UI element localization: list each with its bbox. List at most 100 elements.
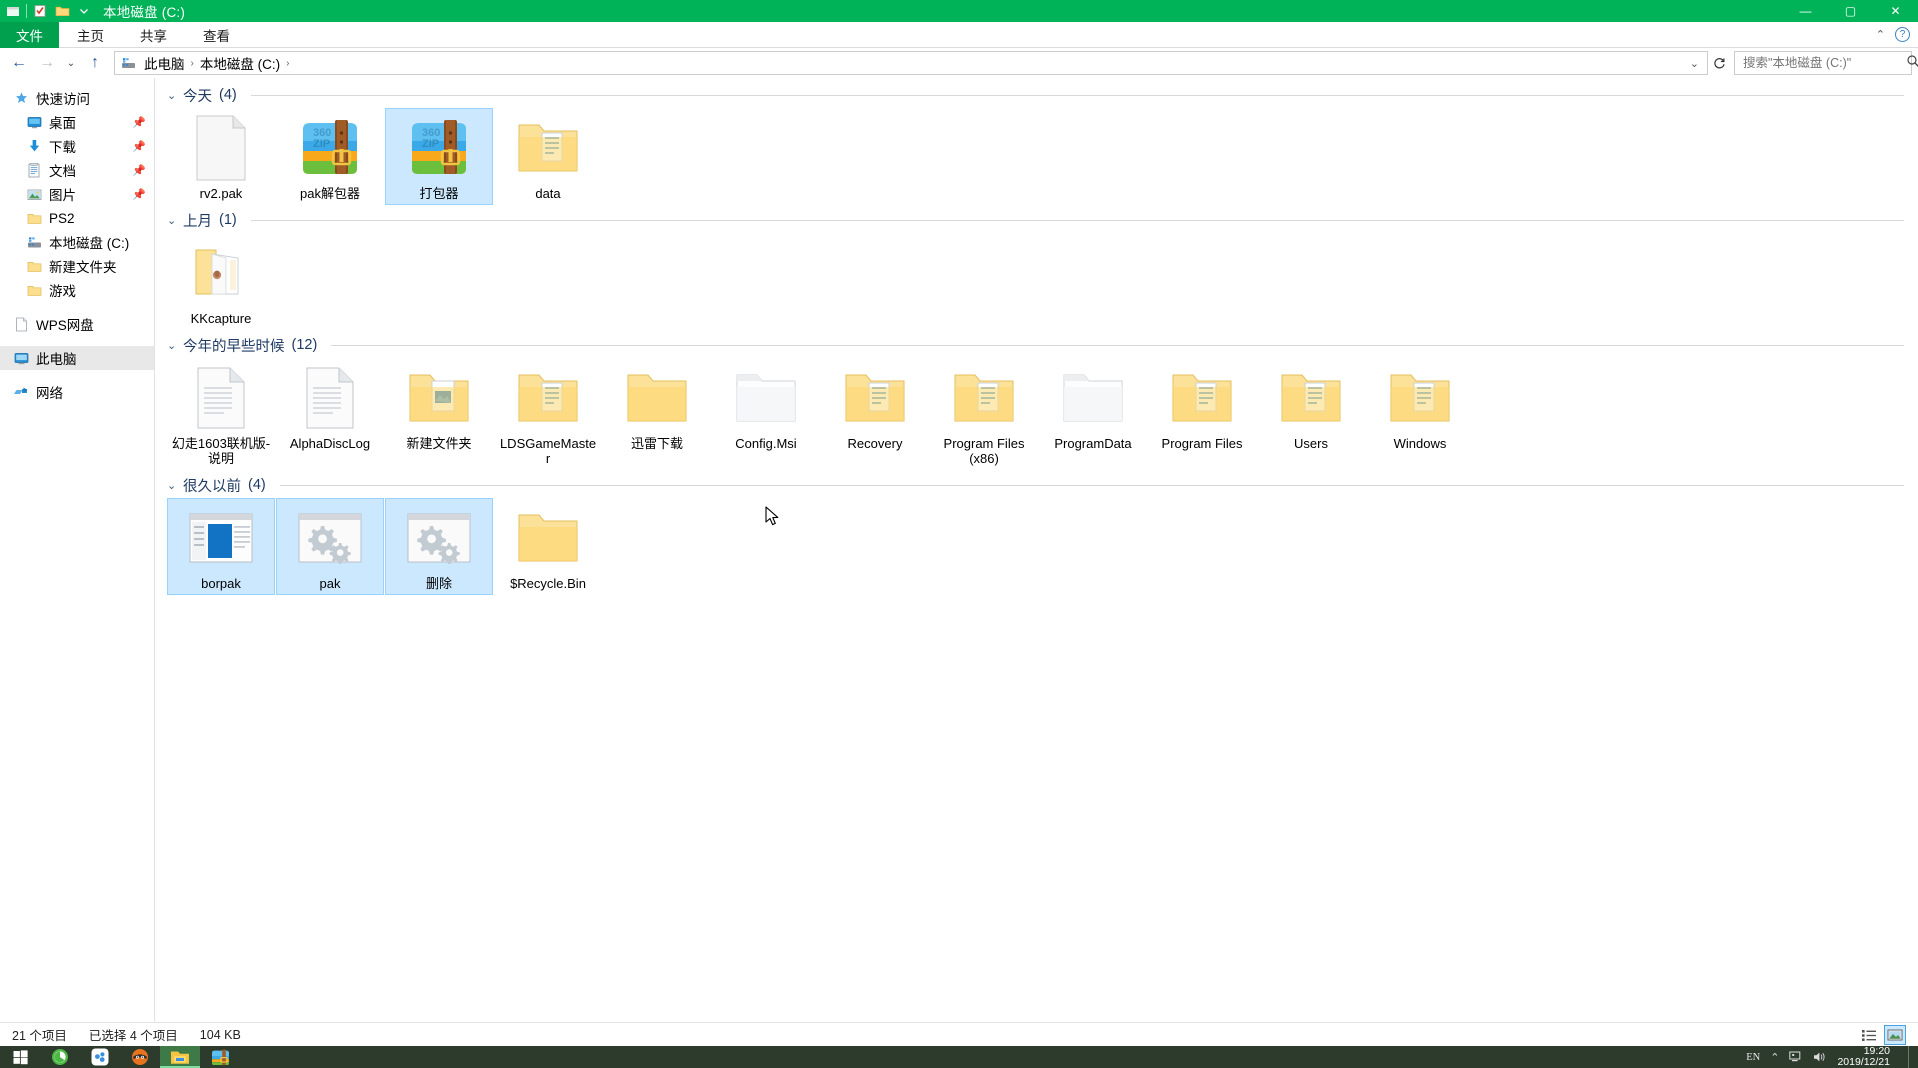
file-tile[interactable]: 删除 (385, 498, 493, 595)
pin-icon[interactable]: 📌 (132, 140, 146, 153)
chevron-down-icon[interactable]: ⌄ (167, 339, 179, 352)
file-tile[interactable]: Recovery (821, 358, 929, 470)
sidebar-item-quick-access[interactable]: 快速访问 (0, 86, 154, 110)
file-tile[interactable]: data (494, 108, 602, 205)
taskbar-file-explorer[interactable] (160, 1046, 200, 1068)
group-header[interactable]: ⌄ 很久以前 (4) (155, 472, 1918, 498)
file-tile[interactable]: pak (276, 498, 384, 595)
search-icon[interactable] (1906, 54, 1918, 72)
tab-share[interactable]: 共享 (122, 22, 185, 48)
clock[interactable]: 19:20 2019/12/21 (1837, 1046, 1898, 1068)
file-tile[interactable]: 360 ZIP pak解包器 (276, 108, 384, 205)
chevron-up-icon[interactable]: ⌃ (1770, 1051, 1779, 1064)
sidebar-item-ps2[interactable]: PS2 (0, 206, 154, 230)
ribbon-tab-bar: 文件 主页 共享 查看 ⌃ ? (0, 22, 1918, 48)
file-tile[interactable]: 新建文件夹 (385, 358, 493, 470)
sidebar-item-network[interactable]: 网络 (0, 380, 154, 404)
search-input[interactable] (1741, 55, 1906, 71)
tab-home[interactable]: 主页 (59, 22, 122, 48)
large-icons-view-button[interactable] (1884, 1024, 1906, 1045)
expand-ribbon-chevron-icon[interactable]: ⌃ (1876, 28, 1885, 41)
file-tile[interactable]: borpak (167, 498, 275, 595)
taskbar-baidu-netdisk[interactable] (80, 1046, 120, 1068)
system-tray: EN ⌃ 19:20 2019/12/21 (1746, 1046, 1918, 1068)
ribbon-right-controls: ⌃ ? (1876, 22, 1918, 47)
properties-icon[interactable] (29, 0, 51, 22)
chevron-down-icon[interactable]: ⌄ (167, 479, 179, 492)
sidebar-item-local-disk-c[interactable]: 本地磁盘 (C:) (0, 230, 154, 254)
file-tile[interactable]: Program Files (x86) (930, 358, 1038, 470)
group-rule (250, 219, 1904, 221)
start-button[interactable] (0, 1046, 40, 1068)
file-tile[interactable]: KKcapture (167, 233, 275, 330)
tab-file[interactable]: 文件 (0, 22, 59, 48)
chevron-down-icon[interactable]: ⌄ (167, 89, 179, 102)
network-tray-icon[interactable] (1789, 1051, 1803, 1063)
refresh-button[interactable] (1710, 50, 1728, 76)
chevron-down-icon[interactable]: ⌄ (167, 214, 179, 227)
sidebar-item-downloads[interactable]: 下载 📌 (0, 134, 154, 158)
taskbar-browser-ninja[interactable] (120, 1046, 160, 1068)
clock-date: 2019/12/21 (1837, 1056, 1890, 1068)
tab-view[interactable]: 查看 (185, 22, 248, 48)
file-name: ProgramData (1054, 436, 1132, 451)
sidebar-item-games[interactable]: 游戏 (0, 278, 154, 302)
explorer-icon[interactable] (2, 0, 24, 22)
file-tile[interactable]: ProgramData (1039, 358, 1147, 470)
file-tile[interactable]: rv2.pak (167, 108, 275, 205)
recent-locations-button[interactable]: ⌄ (62, 50, 80, 76)
taskbar-360zip[interactable] (200, 1046, 240, 1068)
language-indicator[interactable]: EN (1746, 1052, 1760, 1063)
file-explorer-window: 本地磁盘 (C:) — ▢ ✕ 文件 主页 共享 查看 ⌃ ? ← → ⌄ ↑ (0, 0, 1918, 1068)
quick-access-toolbar (0, 0, 95, 22)
sidebar-item-wps-cloud[interactable]: WPS网盘 (0, 312, 154, 336)
file-tile[interactable]: Users (1257, 358, 1365, 470)
group-header[interactable]: ⌄ 今天 (4) (155, 82, 1918, 108)
new-folder-icon[interactable] (51, 0, 73, 22)
pin-icon[interactable]: 📌 (132, 164, 146, 177)
file-tile[interactable]: AlphaDiscLog (276, 358, 384, 470)
up-button[interactable]: ↑ (82, 50, 108, 76)
file-tile[interactable]: 360 ZIP 打包器 (385, 108, 493, 205)
breadcrumb[interactable]: 此电脑 › 本地磁盘 (C:) › ⌄ (114, 51, 1708, 75)
sidebar-item-this-pc[interactable]: 此电脑 (0, 346, 154, 370)
sidebar-item-desktop[interactable]: 桌面 📌 (0, 110, 154, 134)
maximize-button[interactable]: ▢ (1828, 0, 1873, 22)
show-desktop-button[interactable] (1908, 1046, 1914, 1068)
search-box[interactable] (1734, 51, 1918, 75)
breadcrumb-separator-2[interactable]: › (284, 58, 291, 69)
customize-qat-chevron-icon[interactable] (73, 0, 95, 22)
breadcrumb-local-disk[interactable]: 本地磁盘 (C:) (196, 53, 284, 73)
file-tile[interactable]: Program Files (1148, 358, 1256, 470)
close-button[interactable]: ✕ (1873, 0, 1918, 22)
forward-button[interactable]: → (34, 50, 60, 76)
sidebar-item-pictures[interactable]: 图片 📌 (0, 182, 154, 206)
group-header[interactable]: ⌄ 今年的早些时候 (12) (155, 332, 1918, 358)
file-tile[interactable]: $Recycle.Bin (494, 498, 602, 595)
file-tile[interactable]: Windows (1366, 358, 1474, 470)
thispc-icon (12, 350, 30, 366)
navigation-pane[interactable]: 快速访问 桌面 📌 下载 📌 文档 📌 图片 📌 PS2 本地磁盘 (C:) 新… (0, 78, 155, 1022)
folder-empty-icon (732, 364, 800, 432)
help-icon[interactable]: ? (1895, 27, 1910, 42)
breadcrumb-separator-1[interactable]: › (189, 58, 196, 69)
file-tile[interactable]: Config.Msi (712, 358, 820, 470)
sidebar-item-new-folder[interactable]: 新建文件夹 (0, 254, 154, 278)
back-button[interactable]: ← (6, 50, 32, 76)
volume-tray-icon[interactable] (1813, 1051, 1827, 1063)
folder-empty-icon (1059, 364, 1127, 432)
details-view-button[interactable] (1858, 1025, 1880, 1045)
sidebar-item-documents[interactable]: 文档 📌 (0, 158, 154, 182)
taskbar-browser-360[interactable] (40, 1046, 80, 1068)
address-dropdown-icon[interactable]: ⌄ (1690, 57, 1699, 70)
file-list-pane[interactable]: ⌄ 今天 (4) rv2.pak 360 ZIP pak解包器 360 ZIP … (155, 78, 1918, 1022)
cloud-doc-icon (12, 316, 30, 332)
file-tile[interactable]: 迅雷下载 (603, 358, 711, 470)
file-tile[interactable]: LDSGameMaster (494, 358, 602, 470)
minimize-button[interactable]: — (1783, 0, 1828, 22)
group-header[interactable]: ⌄ 上月 (1) (155, 207, 1918, 233)
breadcrumb-this-pc[interactable]: 此电脑 (140, 53, 189, 73)
pin-icon[interactable]: 📌 (132, 188, 146, 201)
file-tile[interactable]: 幻走1603联机版-说明 (167, 358, 275, 470)
pin-icon[interactable]: 📌 (132, 116, 146, 129)
